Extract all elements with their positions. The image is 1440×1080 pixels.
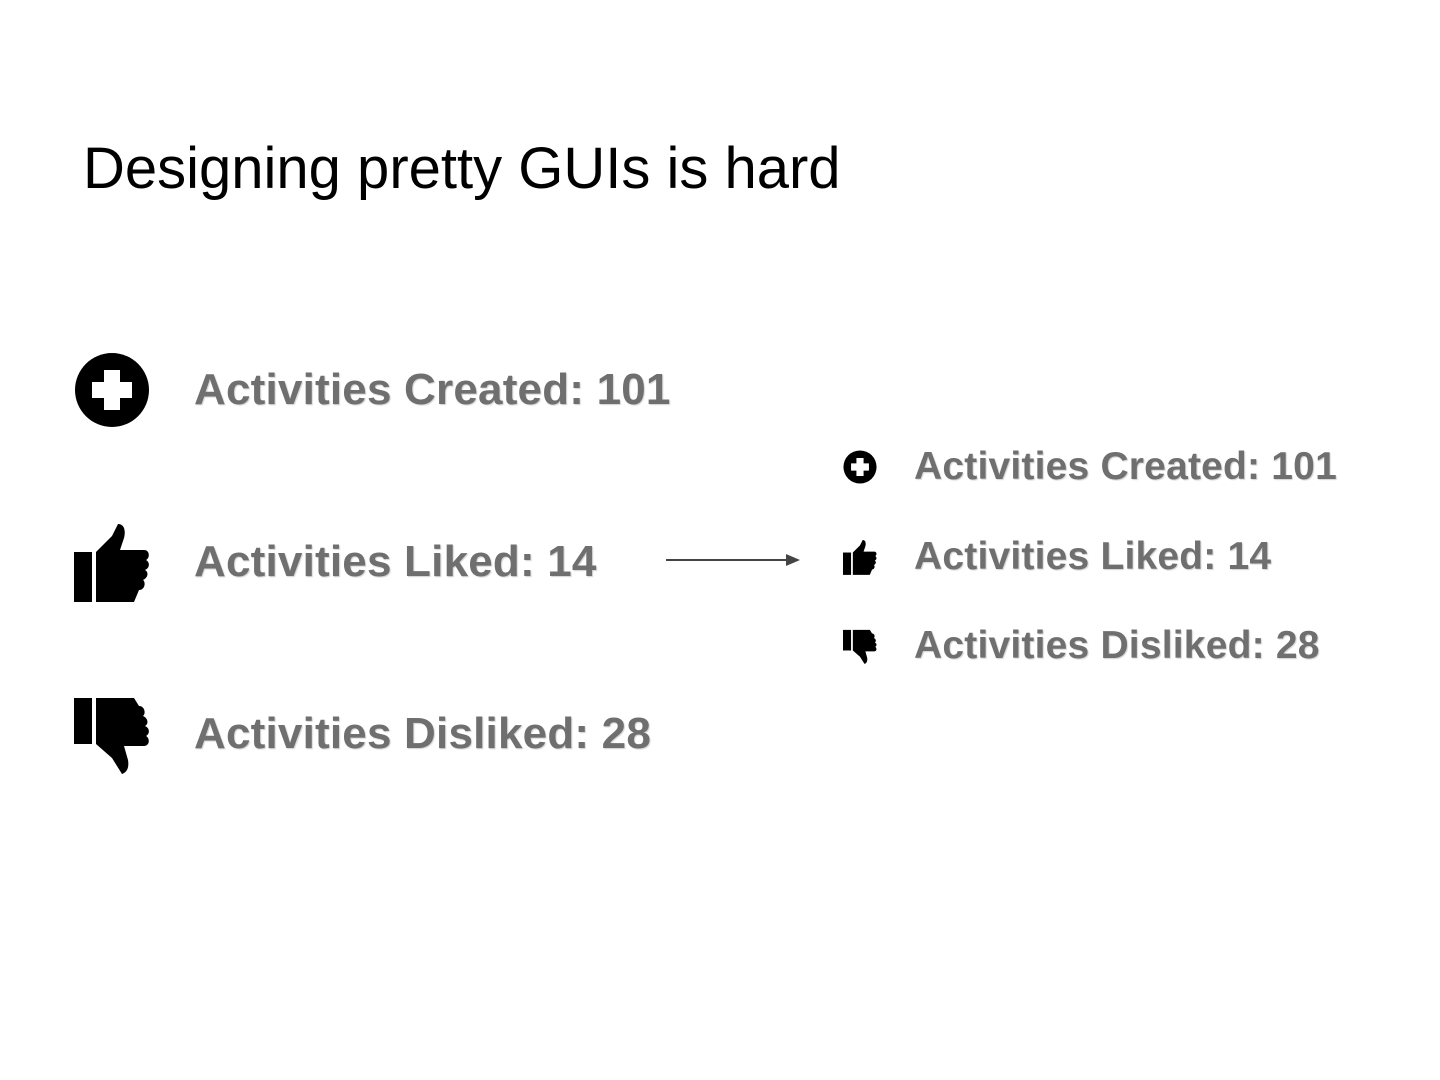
plus-circle-icon bbox=[74, 350, 150, 430]
before-stat-created: Activities Created: 101 bbox=[74, 350, 671, 430]
thumbs-up-icon bbox=[74, 522, 150, 602]
thumbs-down-icon bbox=[843, 628, 877, 664]
stat-label: Activities Liked: 14 bbox=[194, 537, 597, 586]
arrow-right-icon bbox=[666, 554, 800, 566]
after-stat-created: Activities Created: 101 bbox=[843, 445, 1337, 489]
before-stat-disliked: Activities Disliked: 28 bbox=[74, 694, 651, 774]
plus-circle-icon bbox=[843, 449, 877, 485]
stat-label: Activities Disliked: 28 bbox=[914, 624, 1320, 667]
thumbs-down-icon bbox=[74, 694, 150, 774]
stat-label: Activities Liked: 14 bbox=[914, 535, 1272, 578]
stat-label: Activities Created: 101 bbox=[194, 365, 671, 414]
before-stat-liked: Activities Liked: 14 bbox=[74, 522, 597, 602]
stat-label: Activities Created: 101 bbox=[914, 445, 1337, 488]
stat-label: Activities Disliked: 28 bbox=[194, 709, 652, 758]
after-stat-liked: Activities Liked: 14 bbox=[843, 535, 1271, 579]
after-stat-disliked: Activities Disliked: 28 bbox=[843, 624, 1320, 668]
thumbs-up-icon bbox=[843, 539, 877, 575]
slide-title: Designing pretty GUIs is hard bbox=[83, 136, 841, 201]
